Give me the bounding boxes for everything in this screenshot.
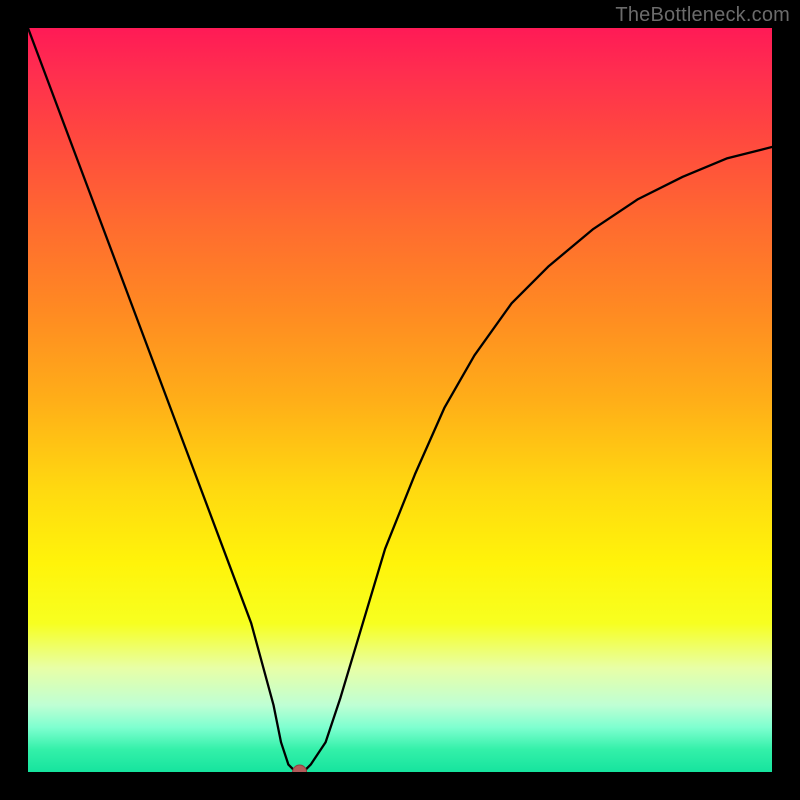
watermark-text: TheBottleneck.com [615,4,790,27]
curve-layer [28,28,772,772]
minimum-marker [293,765,307,772]
plot-area [28,28,772,772]
chart-frame: TheBottleneck.com [0,0,800,800]
bottleneck-curve [28,28,772,772]
